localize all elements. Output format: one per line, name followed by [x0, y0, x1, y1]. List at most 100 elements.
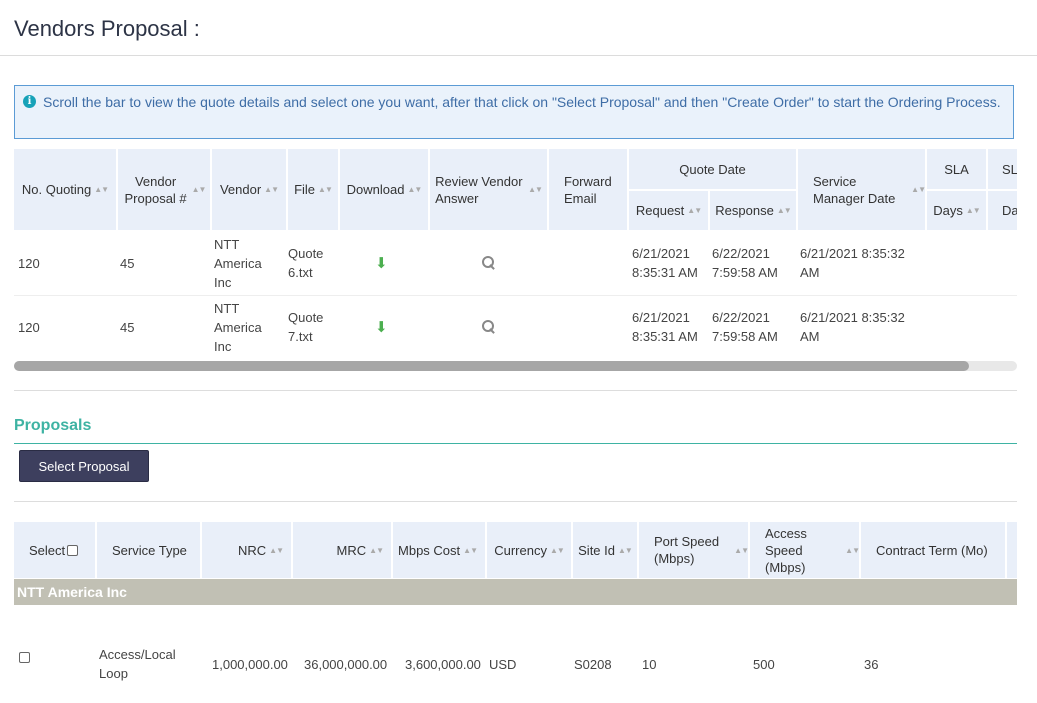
header-label: Site Id: [578, 542, 615, 558]
sort-icon: ▲▼: [734, 545, 749, 555]
cell-response: 6/22/2021 7:59:58 AM: [712, 246, 778, 280]
header-nrc[interactable]: NRC ▲▼: [202, 522, 291, 578]
quotes-table: No. Quoting ▲▼ Vendor Proposal # ▲▼ Vendor…: [14, 149, 1017, 361]
review-button[interactable]: [482, 231, 496, 295]
header-service-manager-date[interactable]: Service Manager Date ▲▼: [798, 149, 926, 230]
cell-response: 6/22/2021 7:59:58 AM: [712, 310, 778, 344]
sort-icon: ▲▼: [369, 545, 384, 555]
header-label: Request: [635, 203, 685, 218]
scrollbar-thumb[interactable]: [14, 361, 969, 371]
header-overflow: [1007, 522, 1017, 578]
header-label: NRC: [237, 542, 267, 558]
cell-vendor: NTT America Inc: [214, 300, 262, 354]
sort-icon: ▲▼: [776, 206, 792, 215]
header-contract-term: Contract Term (Mo): [861, 522, 1005, 578]
header-label: SLA: [944, 161, 969, 177]
page-title: Vendors Proposal :: [14, 16, 200, 41]
header-sla-days[interactable]: Days ▲▼: [927, 191, 986, 230]
sort-icon: ▲▼: [911, 185, 926, 194]
select-all-checkbox[interactable]: [67, 544, 79, 556]
row-select-checkbox[interactable]: [19, 652, 30, 663]
download-button[interactable]: ⬇: [375, 231, 388, 295]
header-sla-2-days[interactable]: Da: [988, 191, 1017, 230]
header-label: Vendor Proposal #: [124, 173, 187, 206]
cell-no-quoting: 120: [18, 319, 40, 335]
cell-port-speed: 10: [642, 656, 657, 672]
cell-service-type: Access/Local Loop: [99, 647, 176, 681]
header-forward-email: Forward Email: [549, 149, 627, 230]
cell-service-manager-date: 6/21/2021 8:35:32 AM: [800, 310, 905, 344]
header-label: No. Quoting: [21, 182, 92, 197]
header-label: Days: [933, 203, 963, 218]
cell-site-id: S0208: [574, 656, 612, 672]
search-icon: [482, 256, 496, 270]
header-sla: SLA: [927, 149, 986, 189]
header-request[interactable]: Request ▲▼: [629, 191, 708, 230]
header-mbps-cost[interactable]: Mbps Cost ▲▼: [393, 522, 485, 578]
proposals-heading: Proposals: [14, 417, 92, 434]
header-label: Forward Email: [564, 173, 612, 206]
horizontal-scrollbar[interactable]: [14, 361, 1017, 371]
header-currency[interactable]: Currency ▲▼: [487, 522, 571, 578]
header-label: Service Manager Date: [813, 173, 896, 206]
select-proposal-button[interactable]: Select Proposal: [19, 450, 149, 482]
sort-icon: ▲▼: [965, 206, 981, 215]
sort-icon: ▲▼: [269, 545, 284, 555]
header-label: Download: [346, 182, 405, 197]
cell-nrc: 1,000,000.00: [212, 656, 288, 672]
sort-icon: ▲▼: [687, 206, 702, 215]
header-label: Access Speed (Mbps): [765, 525, 807, 575]
info-icon: i: [23, 95, 36, 108]
header-vendor-proposal[interactable]: Vendor Proposal # ▲▼: [118, 149, 210, 230]
sort-icon: ▲▼: [549, 545, 565, 555]
header-vendor[interactable]: Vendor ▲▼: [212, 149, 286, 230]
download-icon: ⬇: [375, 318, 388, 336]
cell-file: Quote 6.txt: [288, 246, 324, 280]
sort-icon: ▲▼: [463, 545, 478, 555]
sort-icon: ▲▼: [264, 185, 279, 194]
cell-request: 6/21/2021 8:35:31 AM: [632, 310, 698, 344]
cell-vendor: NTT America Inc: [214, 236, 262, 290]
header-quote-date: Quote Date: [629, 149, 796, 189]
header-response[interactable]: Response ▲▼: [710, 191, 796, 230]
header-download[interactable]: Download ▲▼: [340, 149, 428, 230]
download-button[interactable]: ⬇: [375, 295, 388, 359]
header-no-quoting[interactable]: No. Quoting ▲▼: [14, 149, 116, 230]
header-label: Review Vendor Answer: [435, 173, 523, 206]
section-divider: [14, 390, 1017, 391]
header-label: File: [294, 182, 316, 197]
review-button[interactable]: [482, 295, 496, 359]
sort-icon: ▲▼: [845, 545, 860, 555]
cell-mrc: 36,000,000.00: [304, 656, 388, 672]
header-file[interactable]: File ▲▼: [288, 149, 338, 230]
sort-icon: ▲▼: [191, 185, 207, 194]
proposals-table: Select Service Type NRC ▲▼ MRC ▲▼ Mbps Cos…: [14, 522, 1017, 703]
header-label: MRC: [336, 542, 367, 558]
search-icon: [482, 320, 496, 334]
header-label: Service Type: [112, 542, 187, 558]
row-select-checkbox-wrap: [17, 652, 30, 663]
cell-mbps-cost: 3,600,000.00: [405, 656, 481, 672]
header-label: Vendor: [219, 182, 262, 197]
header-label: Contract Term (Mo): [876, 542, 988, 558]
vendor-group-row: NTT America Inc: [14, 579, 1017, 605]
download-icon: ⬇: [375, 254, 388, 272]
cell-currency: USD: [489, 656, 517, 672]
header-mrc[interactable]: MRC ▲▼: [293, 522, 391, 578]
section-divider: [14, 501, 1017, 502]
cell-request: 6/21/2021 8:35:31 AM: [632, 246, 698, 280]
proposals-underline: [14, 443, 1017, 444]
header-site-id[interactable]: Site Id ▲▼: [573, 522, 637, 578]
header-review-vendor-answer[interactable]: Review Vendor Answer ▲▼: [430, 149, 547, 230]
cell-vendor-proposal: 45: [120, 319, 135, 335]
header-label: Quote Date: [679, 161, 746, 177]
header-label: Mbps Cost: [398, 542, 461, 558]
info-alert: i Scroll the bar to view the quote detai…: [14, 85, 1014, 139]
header-select: Select: [14, 522, 95, 578]
header-access-speed[interactable]: Access Speed (Mbps) ▲▼: [750, 522, 860, 578]
sort-icon: ▲▼: [618, 545, 633, 555]
cell-file: Quote 7.txt: [288, 310, 324, 344]
header-port-speed[interactable]: Port Speed (Mbps) ▲▼: [639, 522, 749, 578]
cell-no-quoting: 120: [18, 255, 40, 271]
cell-contract-term: 36: [864, 656, 879, 672]
